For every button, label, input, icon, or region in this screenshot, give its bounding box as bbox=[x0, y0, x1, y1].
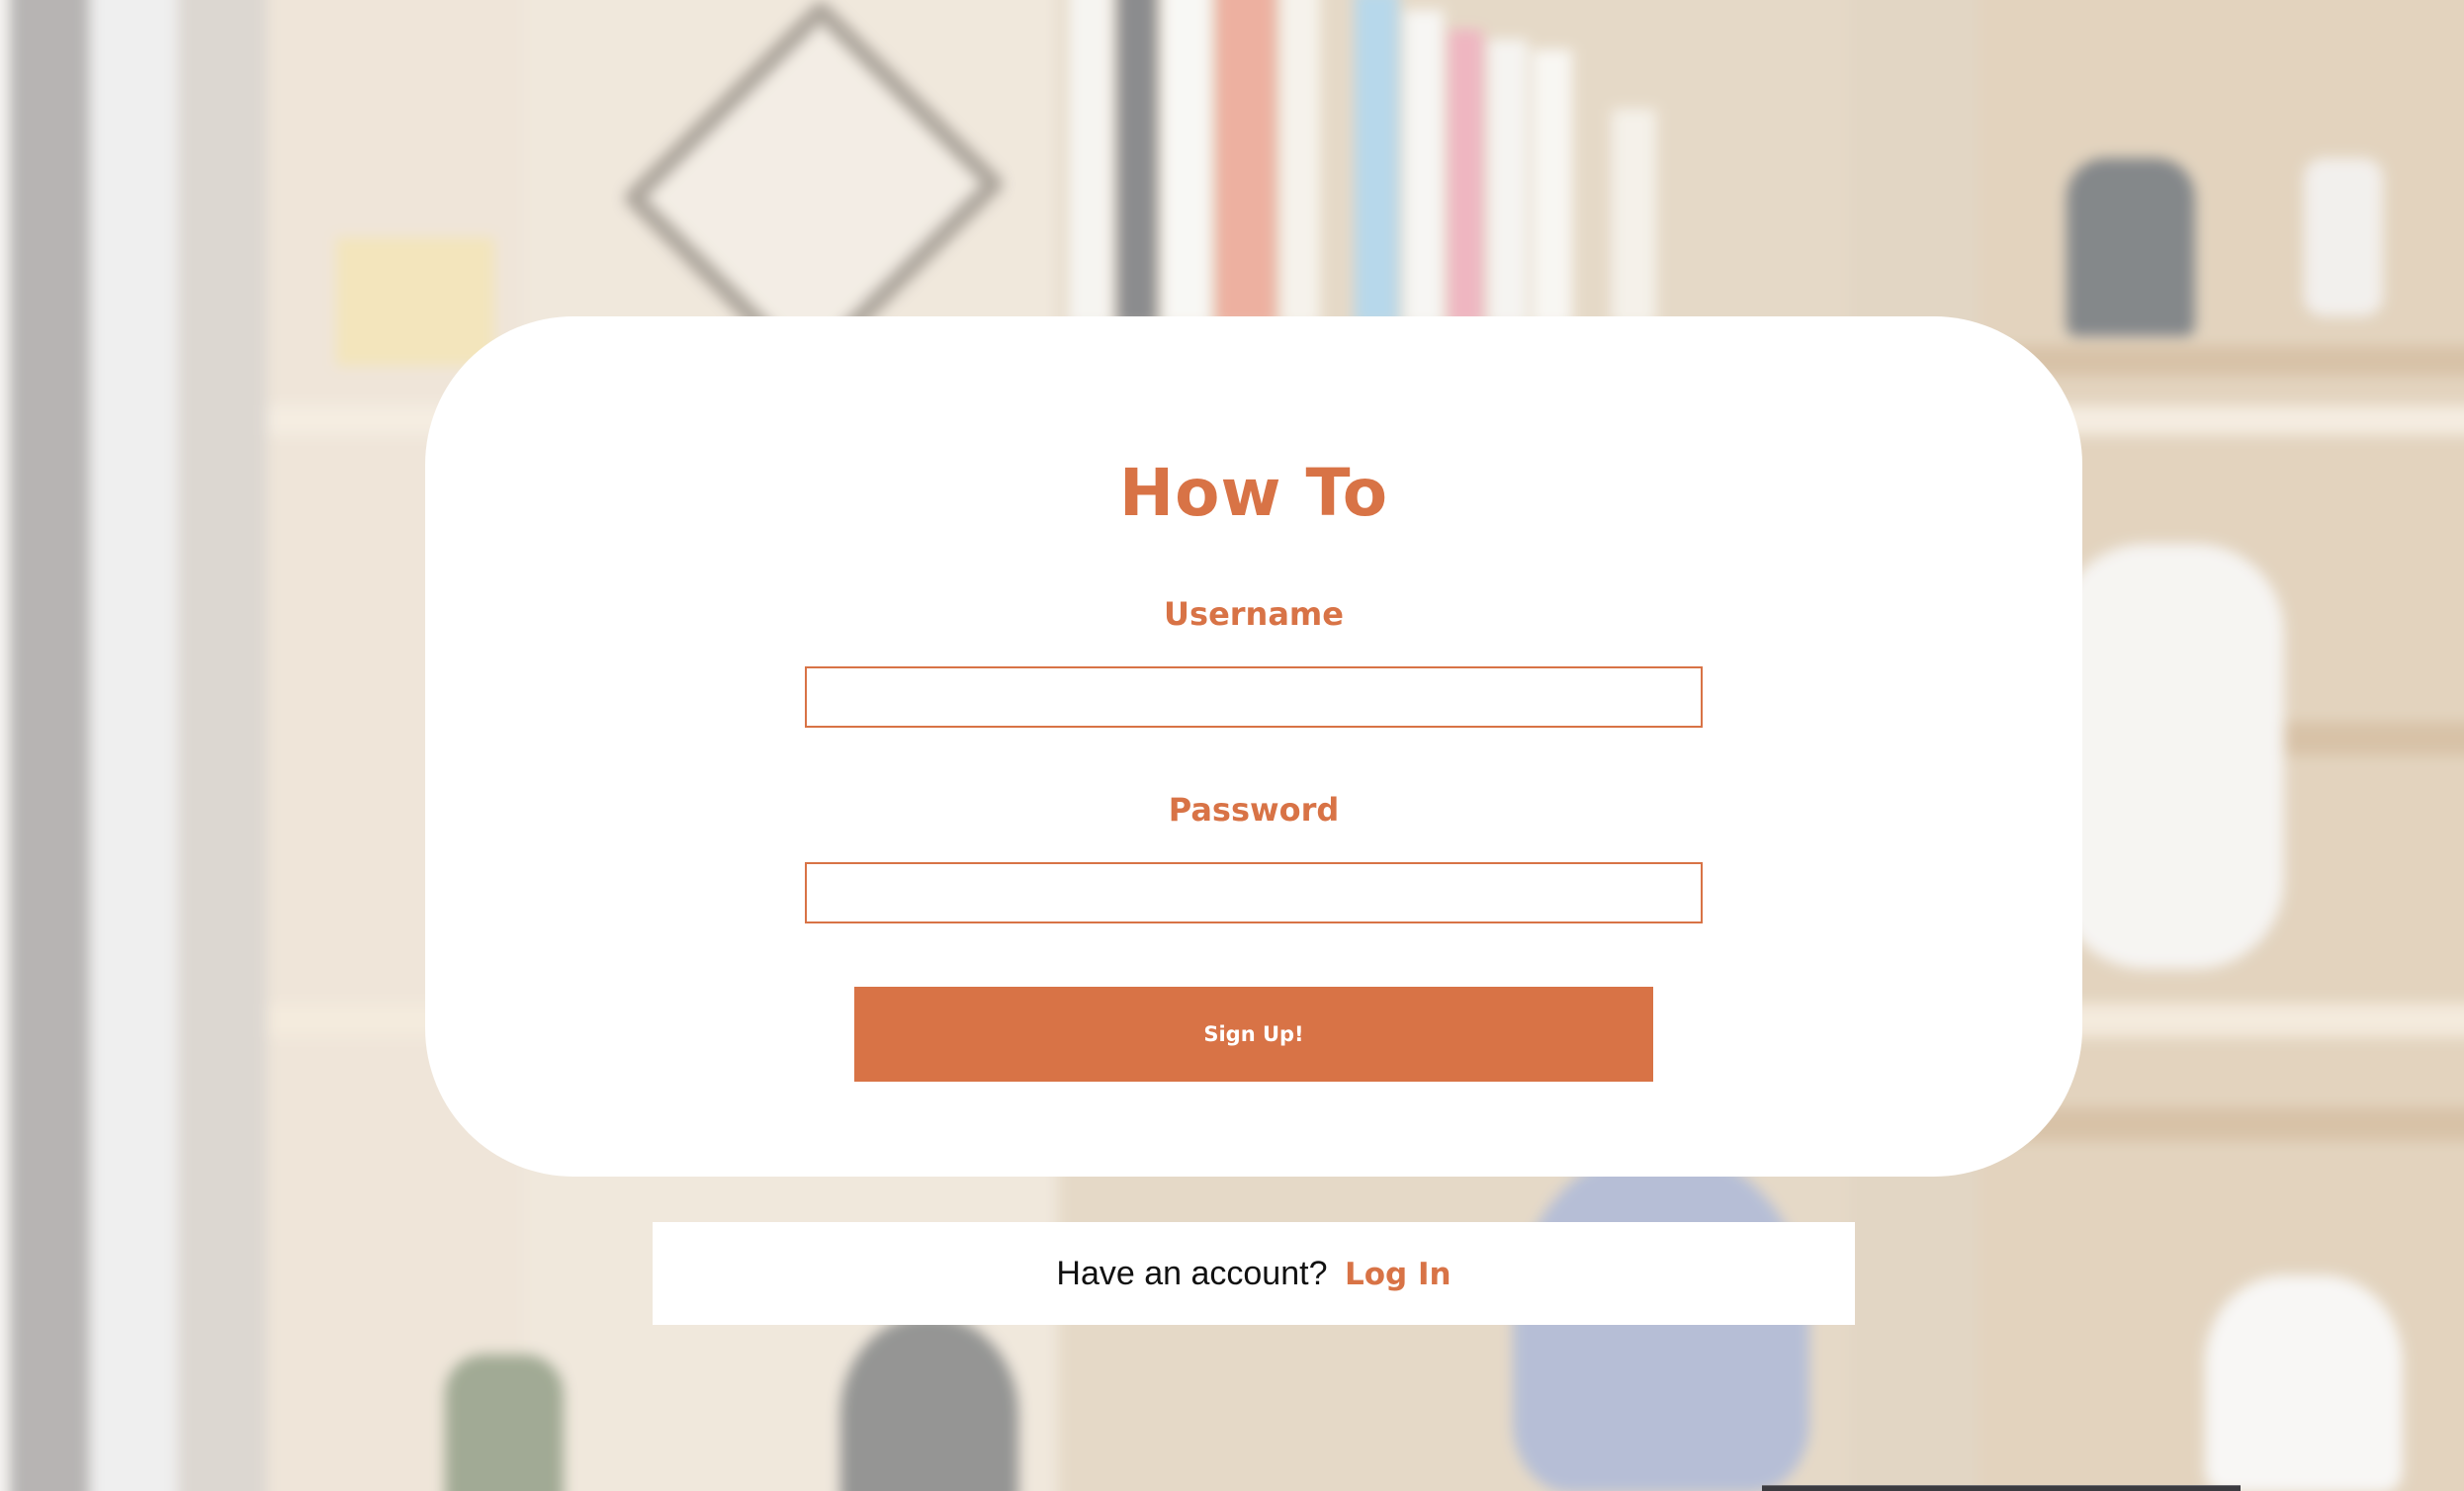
log-in-link[interactable]: Log In bbox=[1345, 1257, 1452, 1292]
password-input[interactable] bbox=[805, 862, 1703, 923]
login-prompt-bar: Have an account? Log In bbox=[653, 1222, 1855, 1325]
username-input[interactable] bbox=[805, 666, 1703, 728]
login-prompt-text: Have an account? bbox=[1056, 1255, 1328, 1292]
app-title: How To bbox=[1118, 455, 1389, 531]
sign-up-button[interactable]: Sign Up! bbox=[854, 987, 1653, 1082]
password-label: Password bbox=[1168, 791, 1340, 829]
signup-card: How To Username Password Sign Up! bbox=[425, 316, 2082, 1177]
username-label: Username bbox=[1164, 595, 1344, 633]
bottom-strip bbox=[1762, 1485, 2241, 1491]
